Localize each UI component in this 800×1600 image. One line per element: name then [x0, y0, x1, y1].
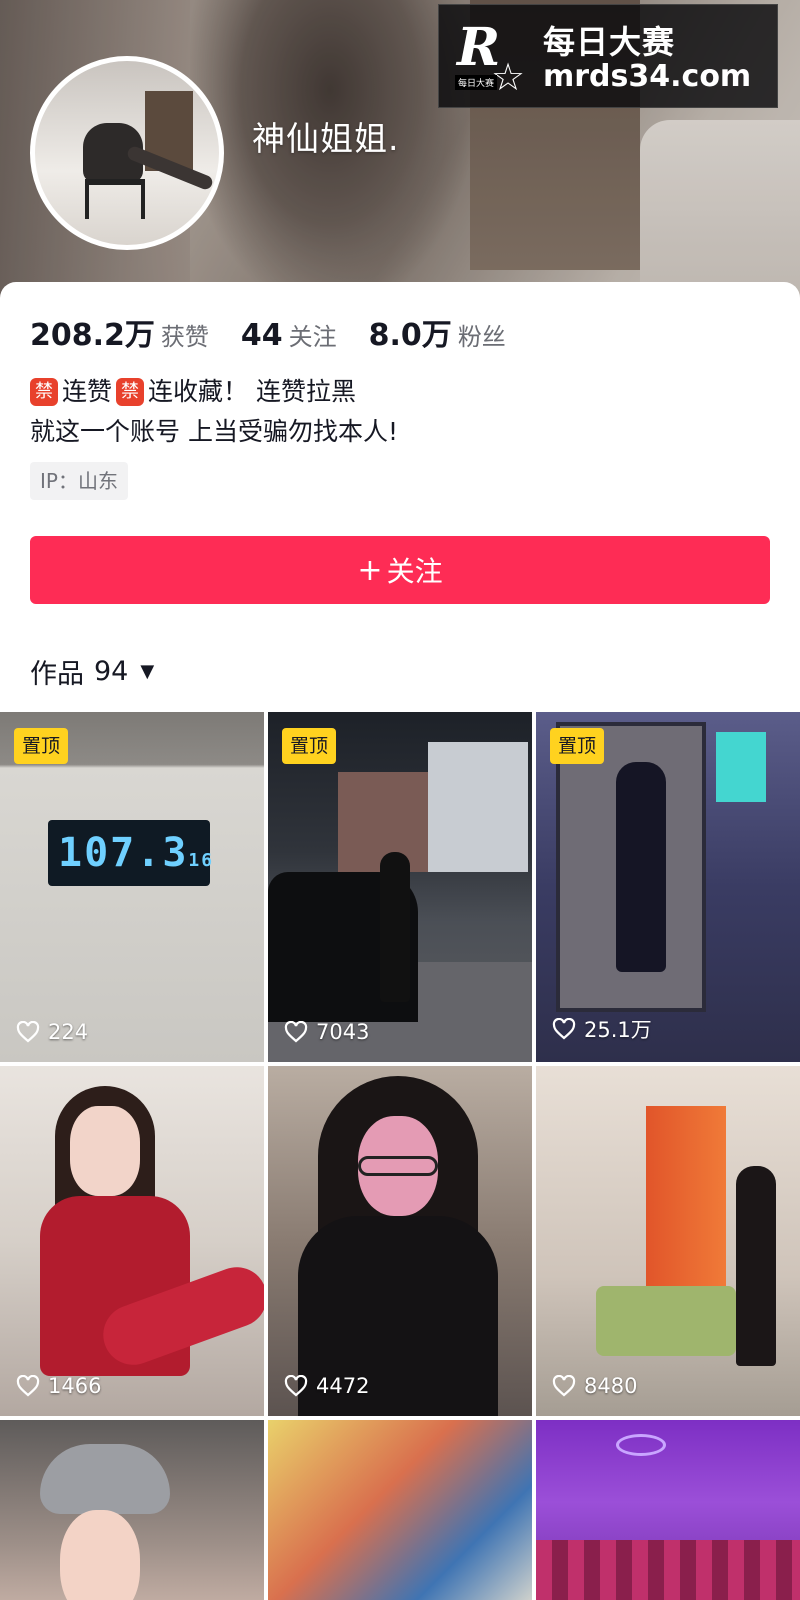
ban-badge: 禁	[116, 378, 145, 406]
stat-likes[interactable]: 208.2万 获赞	[30, 310, 209, 354]
video-likes: 8480	[552, 1374, 637, 1398]
avatar[interactable]	[30, 56, 224, 250]
works-tab-label: 作品	[30, 659, 84, 690]
video-likes: 1466	[16, 1374, 101, 1398]
video-tile[interactable]	[0, 1420, 264, 1600]
video-tile[interactable]	[268, 1420, 532, 1600]
stat-following-value: 44	[240, 318, 283, 353]
video-thumbnail	[268, 1066, 532, 1416]
video-tile[interactable]: 置顶 7043	[268, 712, 532, 1062]
pinned-badge: 置顶	[14, 728, 69, 764]
stat-following[interactable]: 44 关注	[241, 317, 337, 353]
follow-button-label: 关注	[386, 555, 443, 588]
video-tile[interactable]: 4472	[268, 1066, 532, 1416]
heart-outline-icon	[16, 1021, 40, 1043]
video-like-count: 7043	[316, 1020, 370, 1044]
profile-nickname: 神仙姐姐.	[252, 119, 400, 158]
follow-button[interactable]: + 关注	[30, 536, 770, 604]
video-likes: 25.1万	[552, 1014, 652, 1044]
profile-bio: 禁 连赞 禁 连收藏！ 连赞拉黑 就这一个账号 上当受骗勿找本人!	[30, 372, 398, 452]
video-tile[interactable]: 置顶 25.1万	[536, 712, 800, 1062]
profile-stats: 208.2万 获赞 44 关注 8.0万 粉丝	[30, 310, 538, 354]
bio-text-1a: 连赞	[62, 377, 113, 406]
caret-down-icon: ▼	[140, 661, 155, 682]
watermark-title: 每日大赛	[543, 23, 676, 61]
profile-info-card: 208.2万 获赞 44 关注 8.0万 粉丝 禁 连赞 禁 连收藏！ 连赞拉黑…	[0, 282, 800, 702]
ip-location-tag: IP：山东	[30, 462, 128, 500]
video-likes: 224	[16, 1020, 88, 1044]
video-thumbnail	[0, 1420, 264, 1600]
site-watermark: R ☆ 每日大赛 每日大赛 mrds34.com	[438, 4, 778, 108]
video-thumbnail	[0, 1066, 264, 1416]
video-thumbnail	[268, 1420, 532, 1600]
stat-following-label: 关注	[288, 323, 337, 351]
video-thumbnail	[536, 1420, 800, 1600]
video-like-count: 8480	[584, 1374, 638, 1398]
stat-likes-value: 208.2万	[30, 318, 155, 353]
stat-likes-label: 获赞	[160, 323, 209, 351]
video-tile[interactable]: 107.316 置顶 224	[0, 712, 264, 1062]
works-count: 94	[94, 656, 129, 687]
heart-outline-icon	[16, 1375, 40, 1397]
bio-line-1: 禁 连赞 禁 连收藏！ 连赞拉黑	[30, 372, 398, 412]
heart-outline-icon	[284, 1021, 308, 1043]
video-tile[interactable]: 1466	[0, 1066, 264, 1416]
plus-icon: +	[357, 552, 383, 588]
video-thumbnail	[268, 712, 532, 1062]
works-tab[interactable]: 作品 94 ▼	[30, 652, 154, 691]
stat-followers[interactable]: 8.0万 粉丝	[369, 310, 506, 354]
watermark-url: mrds34.com	[543, 59, 752, 94]
video-like-count: 25.1万	[584, 1018, 652, 1042]
video-thumbnail	[536, 1066, 800, 1416]
video-like-count: 1466	[48, 1374, 102, 1398]
video-likes: 7043	[284, 1020, 369, 1044]
video-tile[interactable]	[536, 1420, 800, 1600]
stat-followers-label: 粉丝	[457, 323, 506, 351]
heart-outline-icon	[284, 1375, 308, 1397]
watermark-logo-caption: 每日大赛	[455, 75, 498, 90]
stat-followers-value: 8.0万	[368, 318, 452, 353]
video-like-count: 224	[48, 1020, 89, 1044]
video-likes: 4472	[284, 1374, 369, 1398]
pinned-badge: 置顶	[282, 728, 337, 764]
heart-outline-icon	[552, 1375, 576, 1397]
ban-badge: 禁	[30, 378, 58, 406]
scale-display: 107.316	[48, 820, 212, 886]
video-like-count: 4472	[316, 1374, 370, 1398]
bio-text-1b: 连收藏！ 连赞拉黑	[148, 377, 356, 406]
bio-line-2: 就这一个账号 上当受骗勿找本人!	[30, 417, 398, 446]
video-tile[interactable]: 8480	[536, 1066, 800, 1416]
heart-outline-icon	[552, 1018, 576, 1040]
pinned-badge: 置顶	[550, 728, 605, 764]
video-thumbnail	[536, 712, 800, 1062]
